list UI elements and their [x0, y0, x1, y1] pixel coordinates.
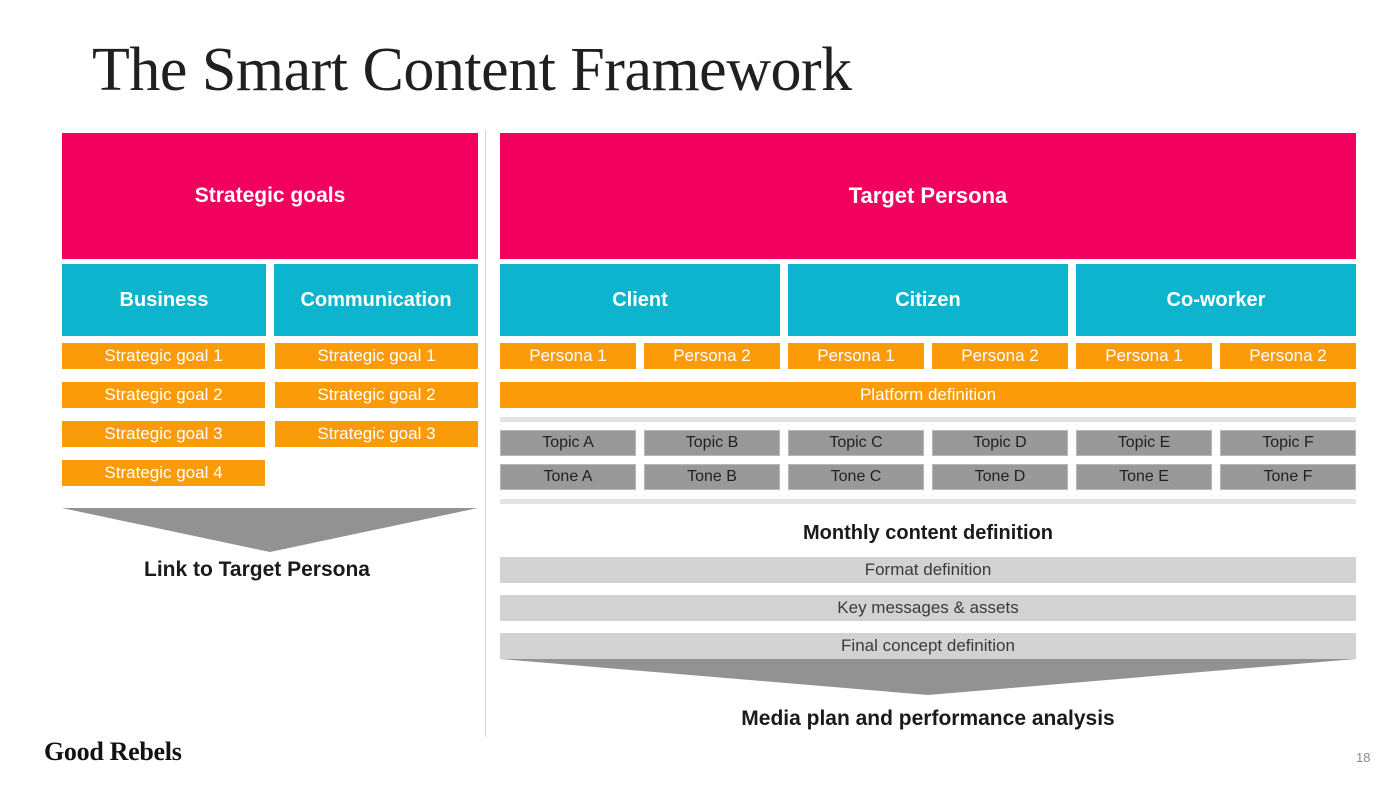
section-separator-top — [500, 417, 1356, 422]
category-communication[interactable]: Communication — [274, 264, 478, 336]
category-citizen[interactable]: Citizen — [788, 264, 1068, 336]
strategic-goals-grid: Strategic goal 1 Strategic goal 1 Strate… — [62, 343, 478, 486]
section-separator-bottom — [500, 499, 1356, 504]
persona-chip[interactable]: Persona 1 — [1076, 343, 1212, 369]
link-to-persona-arrow — [62, 508, 478, 557]
media-plan-caption: Media plan and performance analysis — [741, 707, 1115, 730]
page-title: The Smart Content Framework — [92, 36, 852, 104]
persona-chip[interactable]: Persona 2 — [932, 343, 1068, 369]
good-rebels-logo: Good Rebels — [44, 737, 182, 766]
topic-chip[interactable]: Topic E — [1076, 430, 1212, 456]
target-persona-banner: Target Persona — [500, 133, 1356, 259]
goal-chip[interactable]: Strategic goal 4 — [62, 460, 265, 486]
persona-chip[interactable]: Persona 2 — [644, 343, 780, 369]
goal-chip[interactable]: Strategic goal 3 — [275, 421, 478, 447]
goal-chip[interactable]: Strategic goal 1 — [62, 343, 265, 369]
target-persona-panel: Target Persona Client Citizen Co-worker … — [500, 133, 1356, 731]
tone-chip[interactable]: Tone B — [644, 464, 780, 490]
target-persona-category-row: Client Citizen Co-worker — [500, 264, 1356, 336]
monthly-content-heading: Monthly content definition — [803, 522, 1053, 544]
goal-chip[interactable]: Strategic goal 1 — [275, 343, 478, 369]
final-concept-bar[interactable]: Final concept definition — [500, 633, 1356, 659]
topic-chip[interactable]: Topic A — [500, 430, 636, 456]
tone-chip-row: Tone A Tone B Tone C Tone D Tone E Tone … — [500, 464, 1356, 490]
strategic-goals-category-row: Business Communication — [62, 264, 478, 336]
tone-chip[interactable]: Tone C — [788, 464, 924, 490]
category-co-worker[interactable]: Co-worker — [1076, 264, 1356, 336]
goal-chip[interactable]: Strategic goal 2 — [275, 382, 478, 408]
persona-chip[interactable]: Persona 2 — [1220, 343, 1356, 369]
platform-definition-bar[interactable]: Platform definition — [500, 382, 1356, 408]
strategic-goals-panel: Strategic goals Business Communication S… — [62, 133, 478, 486]
category-client[interactable]: Client — [500, 264, 780, 336]
category-business[interactable]: Business — [62, 264, 266, 336]
goal-chip[interactable]: Strategic goal 2 — [62, 382, 265, 408]
format-definition-bar[interactable]: Format definition — [500, 557, 1356, 583]
link-to-persona-caption: Link to Target Persona — [144, 558, 370, 581]
topic-chip[interactable]: Topic F — [1220, 430, 1356, 456]
persona-chip-row: Persona 1 Persona 2 Persona 1 Persona 2 … — [500, 343, 1356, 369]
key-messages-bar[interactable]: Key messages & assets — [500, 595, 1356, 621]
tone-chip[interactable]: Tone E — [1076, 464, 1212, 490]
topic-chip-row: Topic A Topic B Topic C Topic D Topic E … — [500, 430, 1356, 456]
persona-chip[interactable]: Persona 1 — [500, 343, 636, 369]
strategic-goals-banner: Strategic goals — [62, 133, 478, 259]
topic-chip[interactable]: Topic D — [932, 430, 1068, 456]
topic-chip[interactable]: Topic B — [644, 430, 780, 456]
tone-chip[interactable]: Tone A — [500, 464, 636, 490]
topic-chip[interactable]: Topic C — [788, 430, 924, 456]
media-plan-arrow — [500, 659, 1356, 695]
column-divider — [485, 130, 486, 737]
goal-chip[interactable]: Strategic goal 3 — [62, 421, 265, 447]
tone-chip[interactable]: Tone F — [1220, 464, 1356, 490]
persona-chip[interactable]: Persona 1 — [788, 343, 924, 369]
page-number: 18 — [1356, 750, 1371, 765]
tone-chip[interactable]: Tone D — [932, 464, 1068, 490]
